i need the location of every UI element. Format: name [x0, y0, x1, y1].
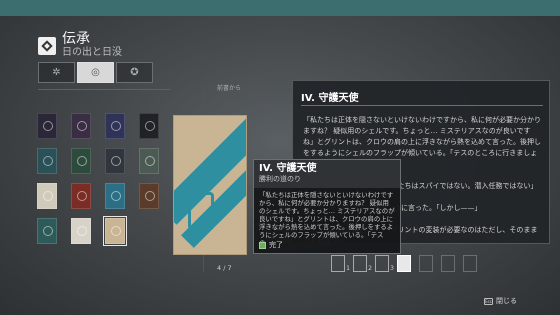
previous-book-label[interactable]: 前書から	[217, 83, 241, 92]
page-tab[interactable]	[463, 255, 477, 272]
lore-book-grid	[37, 113, 159, 246]
lore-book-item[interactable]	[105, 113, 125, 139]
lore-book-item[interactable]	[37, 113, 57, 139]
lore-book-item[interactable]	[139, 113, 159, 139]
page-subtitle: 日の出と日没	[62, 47, 122, 58]
filter-tabs: ✲ ◎ ✪	[38, 62, 155, 83]
page-selector: 1 2 3	[331, 255, 485, 272]
lore-book-item[interactable]	[71, 148, 91, 174]
page-tab[interactable]: 2	[353, 255, 372, 272]
status-label: 完了	[269, 241, 283, 249]
lore-book-item[interactable]	[139, 183, 159, 209]
tooltip-title: IV. 守護天使	[259, 163, 317, 174]
lore-diamond-icon	[38, 36, 56, 55]
page-tab[interactable]: 1	[331, 255, 350, 272]
lore-book-item[interactable]	[105, 183, 125, 209]
page-tab[interactable]	[441, 255, 455, 272]
close-label: 閉じる	[496, 297, 517, 305]
filter-icon: ◎	[91, 67, 100, 78]
page-number: 1	[346, 265, 350, 272]
checkbox-complete-icon	[259, 241, 266, 249]
book-cover	[173, 115, 247, 255]
filter-tab-1[interactable]: ✲	[38, 62, 75, 83]
divider	[301, 105, 543, 106]
lore-book-item[interactable]	[71, 183, 91, 209]
page-indicator: 4 / 7	[217, 264, 232, 272]
lore-book-item[interactable]	[71, 218, 91, 244]
page-title: 伝承	[62, 31, 90, 47]
page-tab[interactable]	[397, 255, 411, 272]
lore-book-item[interactable]	[105, 148, 125, 174]
tooltip-subtitle: 勝利の道のり	[259, 175, 301, 183]
esc-key-icon: Esc	[484, 297, 493, 305]
filter-icon: ✪	[130, 67, 139, 78]
page-number: 3	[390, 265, 394, 272]
page-tab[interactable]: 3	[375, 255, 394, 272]
lore-tooltip: IV. 守護天使 勝利の道のり 「私たちは正体を隠さないといけないわけですから、…	[253, 159, 401, 254]
filter-tab-3[interactable]: ✪	[116, 62, 153, 83]
lore-book-item[interactable]	[71, 113, 91, 139]
lore-book-item[interactable]	[37, 183, 57, 209]
page-number: 2	[368, 265, 372, 272]
lore-book-item[interactable]	[37, 148, 57, 174]
divider	[38, 89, 170, 90]
filter-icon: ✲	[52, 67, 61, 78]
completion-status: 完了	[259, 240, 283, 250]
lore-book-item[interactable]	[103, 216, 127, 246]
page-tab[interactable]	[419, 255, 433, 272]
top-bar	[0, 0, 560, 16]
page-header: 伝承 日の出と日没	[38, 32, 122, 59]
tooltip-body: 「私たちは正体を隠さないといけないわけですから、私に何が必要か分かりますね？ 疑…	[259, 191, 395, 242]
filter-tab-2[interactable]: ◎	[77, 62, 114, 83]
detail-title: IV. 守護天使	[301, 93, 359, 104]
close-button[interactable]: Esc 閉じる	[484, 296, 517, 306]
lore-book-item[interactable]	[139, 148, 159, 174]
lore-book-item[interactable]	[37, 218, 57, 244]
hive-emblem-icon	[188, 192, 214, 230]
